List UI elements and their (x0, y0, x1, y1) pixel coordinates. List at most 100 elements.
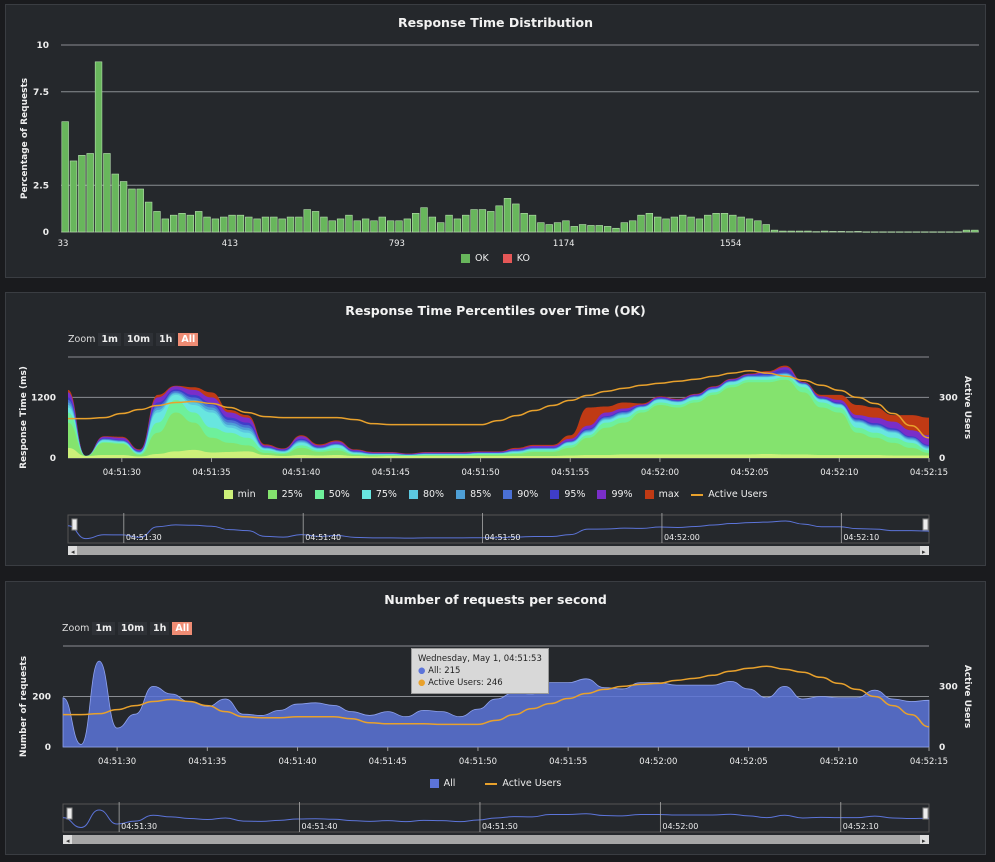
y-tick-label: 0 (43, 228, 49, 238)
ok-bar (562, 220, 570, 233)
ok-bar (487, 211, 495, 233)
y-tick-label: 2.5 (33, 181, 49, 191)
navigator-tick-label: 04:51:50 (482, 822, 518, 831)
legend-p75[interactable]: 75% (361, 489, 397, 500)
ok-bar (512, 203, 520, 233)
rps-tooltip: Wednesday, May 1, 04:51:53 ● All: 215 ● … (411, 648, 549, 694)
navigator-tick-label: 04:51:30 (126, 533, 162, 542)
ok-bar (412, 213, 420, 233)
min-swatch (223, 490, 233, 499)
x-tick-label: 04:51:50 (461, 468, 499, 478)
y-axis-label: Response Time (ms) (19, 366, 29, 469)
ok-bar (270, 216, 278, 233)
y2-axis-label: Active Users (962, 376, 972, 439)
legend-active-users[interactable]: Active Users (485, 778, 561, 789)
ok-bar (378, 216, 386, 233)
ok-bar (328, 220, 336, 233)
ok-bar (754, 220, 762, 233)
ok-bar (495, 205, 503, 233)
navigator-handle-right (922, 518, 929, 531)
ok-bar (403, 218, 412, 233)
scrollbar-left-arrow: ◂ (71, 548, 75, 556)
x-tick-label: 793 (389, 239, 405, 249)
ok-bar (336, 218, 345, 233)
navigator-tick-label: 04:52:10 (843, 533, 879, 542)
legend-p80[interactable]: 80% (408, 489, 444, 500)
ok-bar (445, 214, 453, 233)
rps-legend: All Active Users (6, 778, 985, 789)
ok-bar (345, 214, 353, 233)
ok-bar (971, 229, 979, 233)
ok-bar (286, 216, 295, 233)
x-tick-label: 04:51:40 (278, 757, 316, 767)
legend-p95[interactable]: 95% (550, 489, 585, 500)
legend-max[interactable]: max (644, 489, 679, 500)
ok-bar (687, 216, 695, 233)
ok-bar (962, 229, 971, 233)
ok-bar (954, 231, 962, 233)
percentiles-panel: Response Time Percentiles over Time (OK)… (5, 292, 986, 566)
legend-p90[interactable]: 90% (503, 489, 538, 500)
navigator-handle-right (922, 807, 929, 820)
legend-active[interactable]: Active Users (691, 489, 767, 500)
ok-bar (136, 188, 144, 233)
ok-bar (311, 211, 320, 233)
x-tick-label: 04:51:45 (372, 468, 410, 478)
ok-bar (762, 224, 770, 233)
y-tick-label: 0 (45, 743, 51, 753)
y-tick-label: 7.5 (33, 88, 49, 98)
ok-bar (320, 216, 328, 233)
ok-bar (879, 231, 887, 233)
x-tick-label: 04:51:30 (103, 468, 141, 478)
ok-bar (812, 231, 820, 233)
ok-bar (153, 211, 161, 233)
legend-ko[interactable]: KO (502, 253, 530, 264)
legend-ok[interactable]: OK (461, 253, 489, 264)
ok-bar (144, 201, 153, 233)
legend-p90-label: 90% (517, 489, 539, 500)
legend-p25[interactable]: 25% (267, 489, 303, 500)
ok-bar (228, 214, 236, 233)
ok-bar (737, 216, 745, 233)
x-tick-label: 04:51:40 (282, 468, 320, 478)
x-tick-label: 04:51:45 (369, 757, 407, 767)
ok-bar (904, 231, 912, 233)
ok-bar (587, 225, 595, 233)
legend-active-label: Active Users (708, 489, 768, 500)
p90-swatch (503, 490, 513, 499)
ok-bar (787, 230, 795, 233)
legend-min[interactable]: min (223, 489, 256, 500)
legend-p99[interactable]: 99% (597, 489, 633, 500)
legend-ko-label: KO (516, 253, 530, 264)
legend-ok-label: OK (475, 253, 489, 264)
x-tick-label: 04:52:10 (820, 468, 858, 478)
ok-bar (628, 220, 637, 233)
ok-bar (470, 209, 478, 233)
y-axis-label: Percentage of Requests (20, 78, 30, 199)
ok-bar (453, 218, 462, 233)
navigator-tick-label: 04:51:40 (302, 822, 338, 831)
ok-bar (595, 225, 603, 233)
ok-swatch (461, 254, 471, 263)
legend-p85[interactable]: 85% (456, 489, 491, 500)
ok-bar (353, 220, 361, 233)
navigator-tick-label: 04:52:10 (843, 822, 879, 831)
max-swatch (644, 490, 654, 499)
ok-bar (670, 216, 679, 233)
y2-tick-label: 0 (939, 454, 945, 464)
ok-bar (278, 218, 286, 233)
ok-bar (103, 153, 111, 233)
legend-p50[interactable]: 50% (314, 489, 350, 500)
y-tick-label: 200 (32, 693, 51, 703)
ok-bar (795, 230, 804, 233)
x-tick-label: 04:52:10 (820, 757, 858, 767)
ok-bar (169, 214, 178, 233)
legend-all[interactable]: All (429, 778, 455, 789)
navigator-tick-label: 04:51:50 (485, 533, 521, 542)
x-tick-label: 04:52:00 (639, 757, 677, 767)
y-axis-label: Number of requests (19, 656, 29, 757)
x-tick-label: 04:52:05 (729, 757, 767, 767)
y-tick-label: 1200 (31, 393, 56, 403)
p85-swatch (456, 490, 466, 499)
ok-bar (94, 61, 103, 233)
